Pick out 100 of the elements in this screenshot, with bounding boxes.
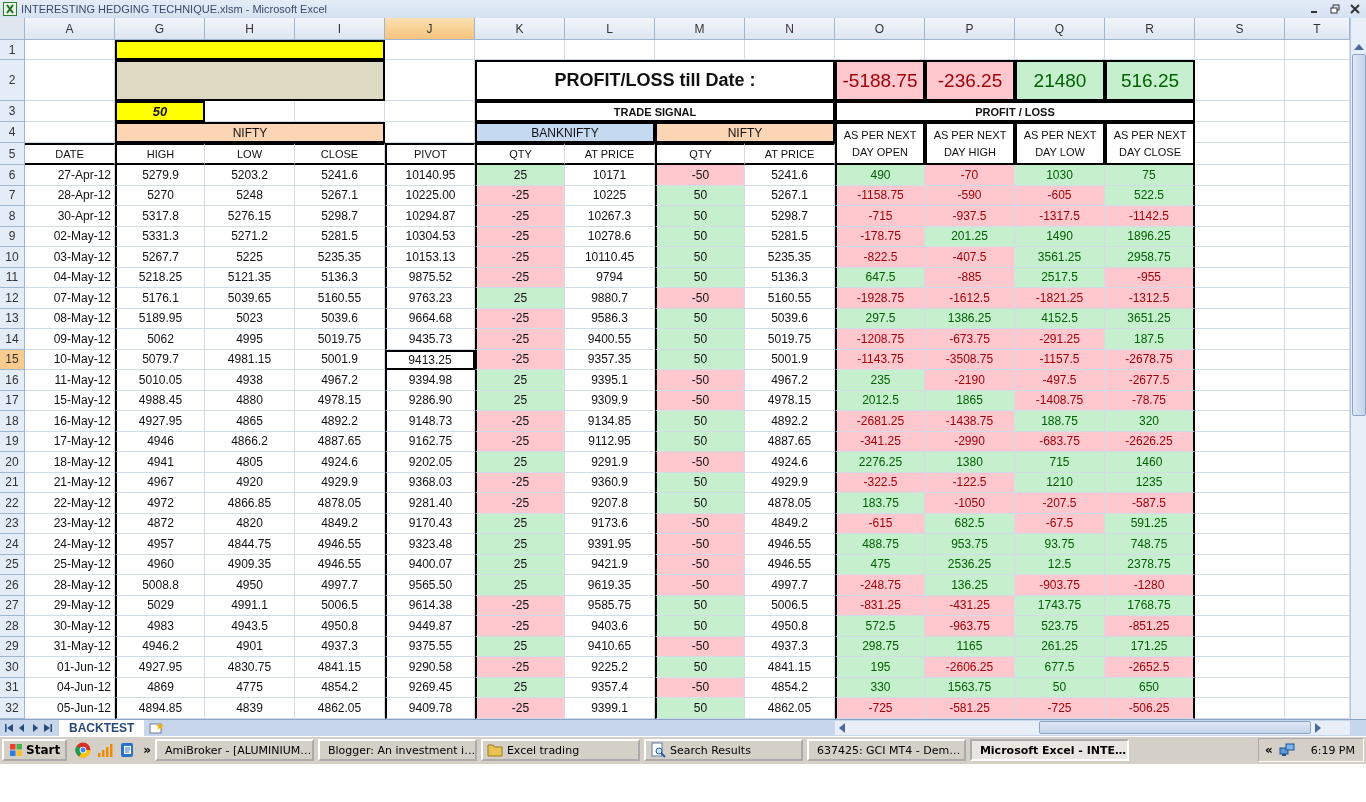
row-header[interactable]: 1 [0, 40, 25, 60]
row-header[interactable]: 25 [0, 554, 25, 575]
row-header[interactable]: 10 [0, 247, 25, 268]
row-header[interactable]: 4 [0, 122, 25, 143]
table-cell: -2678.75 [1105, 349, 1195, 370]
row-header[interactable]: 27 [0, 595, 25, 616]
table-cell: 4841.15 [295, 657, 385, 678]
column-header[interactable]: O [835, 18, 925, 40]
row-header[interactable]: 19 [0, 431, 25, 452]
row-header[interactable]: 12 [0, 288, 25, 309]
column-header[interactable]: H [205, 18, 295, 40]
table-cell: -831.25 [835, 595, 925, 616]
row-header[interactable]: 7 [0, 185, 25, 206]
summary-title: PROFIT/LOSS till Date : [475, 60, 835, 101]
taskbar-button[interactable]: Blogger: An investment i… [317, 739, 477, 761]
taskbar-button[interactable]: Excel trading [480, 739, 640, 761]
next-sheet-icon[interactable] [30, 722, 40, 733]
column-header[interactable]: L [565, 18, 655, 40]
table-cell: -506.25 [1105, 698, 1195, 719]
more-toolbar-items[interactable]: » [143, 743, 151, 757]
table-cell: 5267.7 [115, 247, 205, 268]
scroll-left-icon[interactable] [839, 722, 845, 733]
table-cell: 03-May-12 [25, 247, 115, 268]
column-header[interactable]: J [385, 18, 475, 40]
column-header[interactable]: A [25, 18, 115, 40]
table-cell: -715 [835, 206, 925, 227]
browser-icon[interactable] [75, 742, 92, 758]
row-header[interactable]: 17 [0, 390, 25, 411]
row-header[interactable]: 29 [0, 636, 25, 657]
table-cell: 4946.55 [745, 554, 835, 575]
network-icon[interactable] [1278, 742, 1295, 758]
table-cell: 715 [1015, 452, 1105, 473]
show-hidden-icons-button[interactable]: « [1264, 743, 1273, 757]
row-header[interactable]: 26 [0, 575, 25, 596]
table-cell: 330 [835, 677, 925, 698]
table-cell: 10278.6 [565, 226, 655, 247]
row-header[interactable]: 28 [0, 616, 25, 637]
row-header[interactable]: 2 [0, 60, 25, 101]
column-header[interactable]: I [295, 18, 385, 40]
row-header[interactable]: 9 [0, 226, 25, 247]
table-cell: 9323.48 [385, 534, 475, 555]
previous-sheet-icon[interactable] [17, 722, 27, 733]
table-cell: 4878.05 [295, 493, 385, 514]
last-sheet-icon[interactable] [43, 722, 53, 733]
row-header[interactable]: 14 [0, 329, 25, 350]
start-button[interactable]: Start [2, 739, 68, 761]
table-cell: 9400.55 [565, 329, 655, 350]
vertical-scrollbar[interactable] [1350, 18, 1366, 719]
scroll-right-icon[interactable] [1315, 722, 1321, 733]
scrollbar-thumb[interactable] [1351, 54, 1366, 416]
row-header[interactable]: 18 [0, 411, 25, 432]
row-header[interactable]: 13 [0, 308, 25, 329]
table-cell: 4978.15 [745, 390, 835, 411]
row-header[interactable]: 21 [0, 472, 25, 493]
table-cell: 27-Apr-12 [25, 165, 115, 186]
column-header[interactable]: P [925, 18, 1015, 40]
close-icon[interactable] [1350, 4, 1360, 14]
table-cell: 9281.40 [385, 493, 475, 514]
table-cell: 522.5 [1105, 185, 1195, 206]
table-cell: 5001.9 [745, 349, 835, 370]
column-header[interactable]: N [745, 18, 835, 40]
row-header[interactable]: 24 [0, 534, 25, 555]
row-header[interactable]: 6 [0, 165, 25, 186]
column-header[interactable]: T [1285, 18, 1350, 40]
scrollbar-thumb[interactable] [1039, 721, 1311, 734]
column-header[interactable]: K [475, 18, 565, 40]
row-header[interactable]: 16 [0, 370, 25, 391]
taskbar-button[interactable]: AmiBroker - [ALUMINIUM… [154, 739, 314, 761]
taskbar-button[interactable]: Microsoft Excel - INTE… [969, 739, 1129, 761]
document-icon[interactable] [119, 742, 136, 758]
first-sheet-icon[interactable] [4, 722, 14, 733]
column-header[interactable]: M [655, 18, 745, 40]
scroll-up-icon[interactable] [1353, 44, 1364, 50]
table-cell: -1050 [925, 493, 1015, 514]
column-header[interactable]: R [1105, 18, 1195, 40]
row-header[interactable]: 20 [0, 452, 25, 473]
taskbar-button[interactable]: Search Results [643, 739, 803, 761]
row-header[interactable]: 3 [0, 101, 25, 122]
row-header[interactable]: 23 [0, 513, 25, 534]
row-header[interactable]: 15 [0, 349, 25, 370]
row-header[interactable]: 31 [0, 677, 25, 698]
restore-icon[interactable] [1330, 4, 1340, 14]
table-cell: 50 [655, 472, 745, 493]
column-header[interactable]: Q [1015, 18, 1105, 40]
table-cell: -1312.5 [1105, 288, 1195, 309]
sheet-tab[interactable]: BACKTEST [59, 719, 145, 736]
table-cell: 2378.75 [1105, 554, 1195, 575]
table-cell: 235 [835, 370, 925, 391]
row-header[interactable]: 32 [0, 698, 25, 719]
column-header[interactable]: S [1195, 18, 1285, 40]
row-header[interactable]: 30 [0, 657, 25, 678]
row-header[interactable]: 8 [0, 206, 25, 227]
column-header[interactable]: G [115, 18, 205, 40]
horizontal-scrollbar[interactable] [835, 720, 1350, 735]
table-cell: 4805 [205, 452, 295, 473]
row-header[interactable]: 11 [0, 267, 25, 288]
taskbar-button[interactable]: 637425: GCI MT4 - Dem… [806, 739, 966, 761]
row-header[interactable]: 22 [0, 493, 25, 514]
table-cell: 1563.75 [925, 677, 1015, 698]
row-header[interactable]: 5 [0, 143, 25, 165]
